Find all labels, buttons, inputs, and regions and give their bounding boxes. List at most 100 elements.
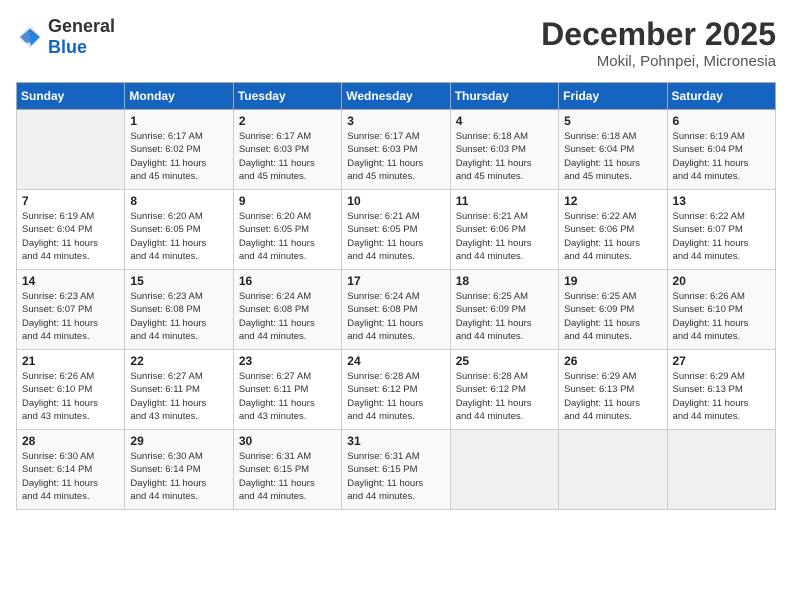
calendar-header: SundayMondayTuesdayWednesdayThursdayFrid…	[17, 83, 776, 110]
sunrise: Sunrise: 6:17 AM	[239, 130, 336, 143]
sunset: Sunset: 6:05 PM	[130, 223, 227, 236]
sunset: Sunset: 6:08 PM	[130, 303, 227, 316]
calendar-cell: 23Sunrise: 6:27 AMSunset: 6:11 PMDayligh…	[233, 350, 341, 430]
day-info: Sunrise: 6:27 AMSunset: 6:11 PMDaylight:…	[130, 370, 227, 423]
sunrise: Sunrise: 6:31 AM	[239, 450, 336, 463]
day-info: Sunrise: 6:25 AMSunset: 6:09 PMDaylight:…	[564, 290, 661, 343]
calendar-cell: 26Sunrise: 6:29 AMSunset: 6:13 PMDayligh…	[559, 350, 667, 430]
header-monday: Monday	[125, 83, 233, 110]
page-header: General Blue December 2025 Mokil, Pohnpe…	[16, 16, 776, 70]
sunrise: Sunrise: 6:24 AM	[239, 290, 336, 303]
day-info: Sunrise: 6:19 AMSunset: 6:04 PMDaylight:…	[673, 130, 770, 183]
sunrise: Sunrise: 6:25 AM	[564, 290, 661, 303]
day-info: Sunrise: 6:20 AMSunset: 6:05 PMDaylight:…	[130, 210, 227, 263]
daylight-line2: and 43 minutes.	[22, 410, 119, 423]
week-row-1: 7Sunrise: 6:19 AMSunset: 6:04 PMDaylight…	[17, 190, 776, 270]
daylight-line1: Daylight: 11 hours	[564, 157, 661, 170]
day-info: Sunrise: 6:21 AMSunset: 6:05 PMDaylight:…	[347, 210, 444, 263]
sunset: Sunset: 6:05 PM	[239, 223, 336, 236]
daylight-line1: Daylight: 11 hours	[673, 237, 770, 250]
sunrise: Sunrise: 6:20 AM	[239, 210, 336, 223]
daylight-line1: Daylight: 11 hours	[239, 397, 336, 410]
sunrise: Sunrise: 6:31 AM	[347, 450, 444, 463]
calendar-cell: 8Sunrise: 6:20 AMSunset: 6:05 PMDaylight…	[125, 190, 233, 270]
day-number: 16	[239, 274, 336, 288]
sunset: Sunset: 6:11 PM	[130, 383, 227, 396]
daylight-line1: Daylight: 11 hours	[456, 157, 553, 170]
month-title: December 2025	[541, 16, 776, 53]
day-info: Sunrise: 6:20 AMSunset: 6:05 PMDaylight:…	[239, 210, 336, 263]
day-number: 5	[564, 114, 661, 128]
sunrise: Sunrise: 6:21 AM	[456, 210, 553, 223]
sunrise: Sunrise: 6:30 AM	[130, 450, 227, 463]
calendar-cell: 28Sunrise: 6:30 AMSunset: 6:14 PMDayligh…	[17, 430, 125, 510]
sunset: Sunset: 6:07 PM	[673, 223, 770, 236]
sunset: Sunset: 6:07 PM	[22, 303, 119, 316]
header-row: SundayMondayTuesdayWednesdayThursdayFrid…	[17, 83, 776, 110]
sunrise: Sunrise: 6:29 AM	[673, 370, 770, 383]
logo: General Blue	[16, 16, 115, 58]
day-info: Sunrise: 6:17 AMSunset: 6:03 PMDaylight:…	[239, 130, 336, 183]
day-number: 12	[564, 194, 661, 208]
sunrise: Sunrise: 6:22 AM	[673, 210, 770, 223]
week-row-4: 28Sunrise: 6:30 AMSunset: 6:14 PMDayligh…	[17, 430, 776, 510]
calendar-cell: 25Sunrise: 6:28 AMSunset: 6:12 PMDayligh…	[450, 350, 558, 430]
day-info: Sunrise: 6:28 AMSunset: 6:12 PMDaylight:…	[456, 370, 553, 423]
sunset: Sunset: 6:09 PM	[456, 303, 553, 316]
sunset: Sunset: 6:10 PM	[22, 383, 119, 396]
calendar-cell: 12 Sunrise: 6:22 AMSunset: 6:06 PMDayligh…	[559, 190, 667, 270]
calendar-cell: 21Sunrise: 6:26 AMSunset: 6:10 PMDayligh…	[17, 350, 125, 430]
daylight-line2: and 44 minutes.	[673, 170, 770, 183]
day-number: 2	[239, 114, 336, 128]
header-saturday: Saturday	[667, 83, 775, 110]
day-number: 20	[673, 274, 770, 288]
daylight-line2: and 45 minutes.	[239, 170, 336, 183]
sunset: Sunset: 6:04 PM	[673, 143, 770, 156]
calendar-cell: 9Sunrise: 6:20 AMSunset: 6:05 PMDaylight…	[233, 190, 341, 270]
calendar-cell: 2 Sunrise: 6:17 AMSunset: 6:03 PMDaylight…	[233, 110, 341, 190]
daylight-line1: Daylight: 11 hours	[673, 157, 770, 170]
sunset: Sunset: 6:09 PM	[564, 303, 661, 316]
daylight-line2: and 44 minutes.	[130, 490, 227, 503]
daylight-line1: Daylight: 11 hours	[239, 237, 336, 250]
daylight-line1: Daylight: 11 hours	[564, 317, 661, 330]
day-info: Sunrise: 6:22 AMSunset: 6:06 PMDaylight:…	[564, 210, 661, 263]
calendar-cell: 4Sunrise: 6:18 AMSunset: 6:03 PMDaylight…	[450, 110, 558, 190]
day-number: 29	[130, 434, 227, 448]
sunrise: Sunrise: 6:20 AM	[130, 210, 227, 223]
day-info: Sunrise: 6:18 AMSunset: 6:04 PMDaylight:…	[564, 130, 661, 183]
header-friday: Friday	[559, 83, 667, 110]
daylight-line1: Daylight: 11 hours	[347, 237, 444, 250]
day-info: Sunrise: 6:22 AMSunset: 6:07 PMDaylight:…	[673, 210, 770, 263]
daylight-line2: and 45 minutes.	[347, 170, 444, 183]
logo-blue: Blue	[48, 37, 87, 57]
calendar-body: 1Sunrise: 6:17 AMSunset: 6:02 PMDaylight…	[17, 110, 776, 510]
daylight-line2: and 43 minutes.	[130, 410, 227, 423]
day-info: Sunrise: 6:24 AMSunset: 6:08 PMDaylight:…	[239, 290, 336, 343]
sunset: Sunset: 6:11 PM	[239, 383, 336, 396]
header-tuesday: Tuesday	[233, 83, 341, 110]
daylight-line1: Daylight: 11 hours	[673, 397, 770, 410]
daylight-line2: and 44 minutes.	[347, 330, 444, 343]
sunset: Sunset: 6:12 PM	[456, 383, 553, 396]
day-info: Sunrise: 6:17 AMSunset: 6:03 PMDaylight:…	[347, 130, 444, 183]
sunset: Sunset: 6:13 PM	[564, 383, 661, 396]
sunrise: Sunrise: 6:28 AM	[347, 370, 444, 383]
sunset: Sunset: 6:03 PM	[347, 143, 444, 156]
daylight-line2: and 44 minutes.	[456, 330, 553, 343]
sunset: Sunset: 6:04 PM	[564, 143, 661, 156]
calendar-cell: 7Sunrise: 6:19 AMSunset: 6:04 PMDaylight…	[17, 190, 125, 270]
daylight-line2: and 44 minutes.	[22, 250, 119, 263]
daylight-line1: Daylight: 11 hours	[130, 477, 227, 490]
daylight-line1: Daylight: 11 hours	[564, 397, 661, 410]
sunrise: Sunrise: 6:26 AM	[22, 370, 119, 383]
day-number: 13	[673, 194, 770, 208]
day-info: Sunrise: 6:27 AMSunset: 6:11 PMDaylight:…	[239, 370, 336, 423]
daylight-line2: and 44 minutes.	[22, 490, 119, 503]
header-thursday: Thursday	[450, 83, 558, 110]
day-number: 1	[130, 114, 227, 128]
calendar-cell: 11Sunrise: 6:21 AMSunset: 6:06 PMDayligh…	[450, 190, 558, 270]
daylight-line1: Daylight: 11 hours	[673, 317, 770, 330]
day-number: 30	[239, 434, 336, 448]
day-info: Sunrise: 6:18 AMSunset: 6:03 PMDaylight:…	[456, 130, 553, 183]
